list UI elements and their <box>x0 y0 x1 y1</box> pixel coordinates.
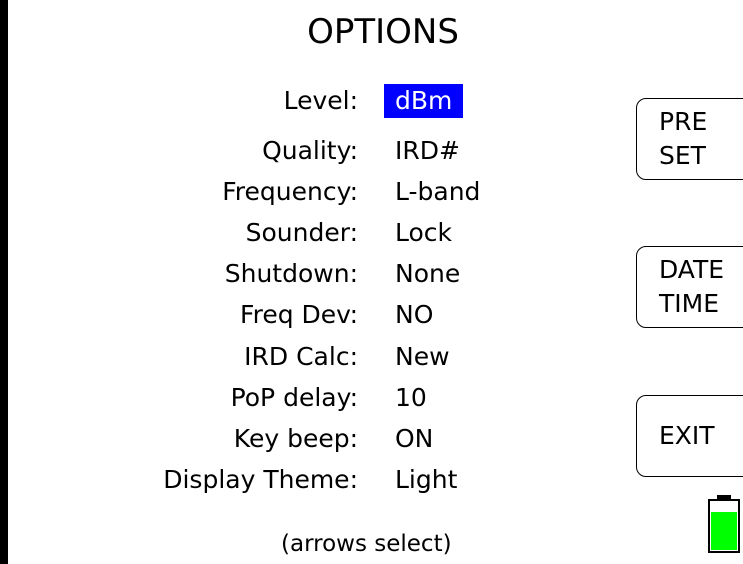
options-screen: OPTIONS Level: dBm Quality: IRD# Frequen… <box>8 0 743 564</box>
exit-button[interactable]: EXIT <box>636 395 743 477</box>
option-label-ird-calc: IRD Calc: <box>244 342 358 371</box>
exit-button-label: EXIT <box>659 421 715 450</box>
preset-button-line1: PRE <box>659 107 708 136</box>
preset-button[interactable]: PRE SET <box>636 98 743 180</box>
option-value-quality[interactable]: IRD# <box>384 134 471 168</box>
option-label-shutdown: Shutdown: <box>224 259 358 288</box>
option-label-key-beep: Key beep: <box>233 424 358 453</box>
option-value-shutdown[interactable]: None <box>384 257 471 291</box>
option-value-ird-calc[interactable]: New <box>384 340 461 374</box>
battery-icon <box>708 495 740 553</box>
option-label-sounder: Sounder: <box>245 218 358 247</box>
battery-fill <box>711 512 737 550</box>
navigation-hint: (arrows select) <box>281 531 452 557</box>
preset-button-line2: SET <box>659 141 706 170</box>
option-label-quality: Quality: <box>262 136 358 165</box>
option-value-frequency[interactable]: L-band <box>384 175 491 209</box>
option-label-display-theme: Display Theme: <box>163 465 358 494</box>
option-value-freq-dev[interactable]: NO <box>384 298 444 332</box>
option-label-level: Level: <box>283 86 358 115</box>
date-time-button-line2: TIME <box>659 289 720 318</box>
option-value-display-theme[interactable]: Light <box>384 463 468 497</box>
option-label-frequency: Frequency: <box>222 177 358 206</box>
option-label-freq-dev: Freq Dev: <box>240 300 358 329</box>
page-title: OPTIONS <box>307 12 459 52</box>
date-time-button[interactable]: DATE TIME <box>636 246 743 328</box>
option-label-pop-delay: PoP delay: <box>230 383 358 412</box>
option-value-level[interactable]: dBm <box>384 84 464 118</box>
date-time-button-line1: DATE <box>659 255 725 284</box>
option-value-sounder[interactable]: Lock <box>384 216 463 250</box>
option-value-key-beep[interactable]: ON <box>384 422 444 456</box>
option-value-pop-delay[interactable]: 10 <box>384 381 438 415</box>
